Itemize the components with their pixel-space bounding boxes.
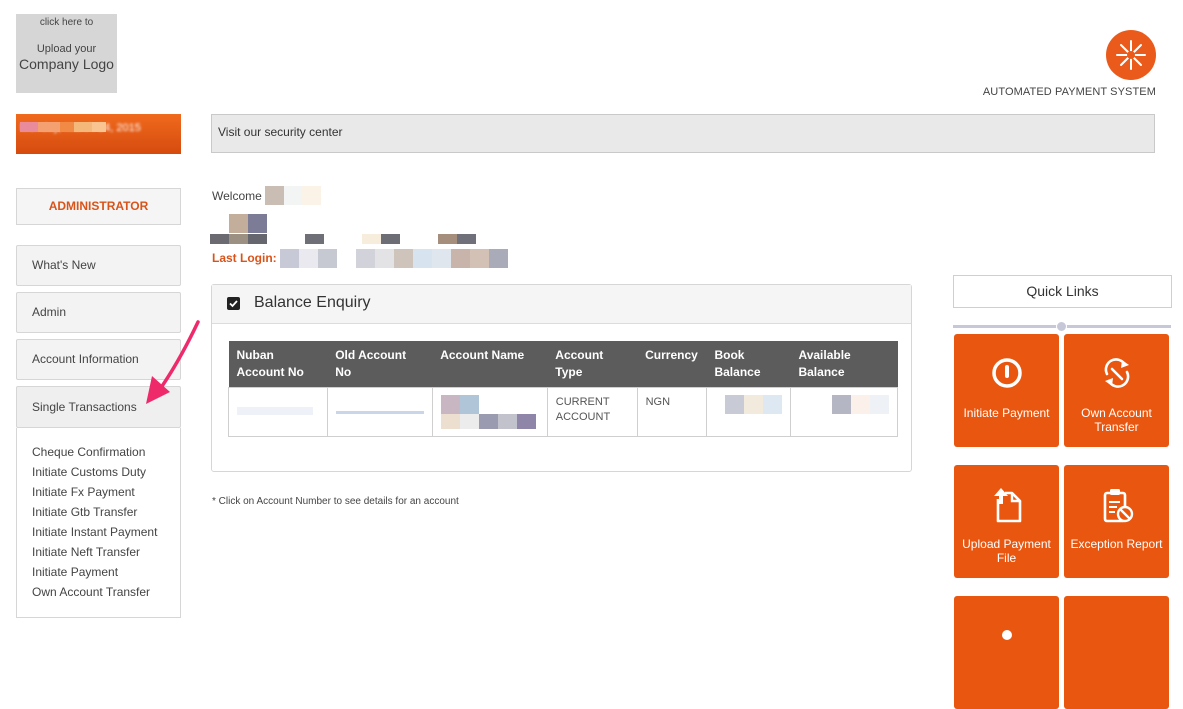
- quick-link-initiate-payment[interactable]: Initiate Payment: [954, 334, 1059, 447]
- tile-icon: [1002, 630, 1012, 640]
- column-header: Nuban Account No: [228, 341, 328, 388]
- brand-tagline: AUTOMATED PAYMENT SYSTEM: [982, 86, 1156, 98]
- old-account-cell: [326, 387, 433, 437]
- upload-file-icon: [994, 488, 1022, 523]
- currency-cell: NGN: [636, 387, 707, 437]
- book-balance-cell: [705, 387, 791, 437]
- available-balance-cell: [789, 387, 899, 437]
- sidebar-item-label: What's New: [32, 258, 96, 272]
- footnote: * Click on Account Number to see details…: [212, 496, 459, 507]
- quick-link-exception-report[interactable]: Exception Report: [1064, 465, 1169, 578]
- sidebar-item-whats-new[interactable]: What's New: [16, 245, 181, 286]
- redacted-block: [237, 407, 313, 415]
- single-transactions-submenu: Cheque Confirmation Initiate Customs Dut…: [16, 428, 181, 618]
- annotation-arrow-icon: [146, 320, 200, 404]
- panel-title: Balance Enquiry: [254, 294, 371, 311]
- role-badge: ADMINISTRATOR: [16, 188, 181, 225]
- date-bar: Monday, March 24, 2015: [16, 114, 181, 154]
- redacted-block: [335, 411, 424, 414]
- security-center-link[interactable]: Visit our security center: [211, 114, 1155, 153]
- tile-label: Initiate Payment: [963, 406, 1050, 420]
- quick-link-tile[interactable]: [954, 596, 1059, 709]
- column-header: Book Balance: [706, 341, 791, 388]
- column-header: Old Account No: [327, 341, 433, 388]
- brand-logo-icon: [1106, 30, 1156, 80]
- balance-enquiry-panel: Balance Enquiry Nuban Account No Old Acc…: [211, 284, 912, 472]
- sidebar-item-label: Account Information: [32, 352, 139, 366]
- quick-link-upload-payment-file[interactable]: Upload Payment File: [954, 465, 1059, 578]
- logo-hint-text: Company Logo: [19, 56, 114, 72]
- submenu-item[interactable]: Initiate Neft Transfer: [17, 545, 180, 565]
- submenu-item[interactable]: Initiate Instant Payment: [17, 525, 180, 545]
- welcome-label: Welcome: [212, 189, 262, 203]
- redacted-block: [20, 122, 106, 132]
- quick-link-tile[interactable]: [1064, 596, 1169, 709]
- welcome-text: Welcome: [212, 189, 262, 203]
- redacted-block: [265, 186, 321, 205]
- slider-handle[interactable]: [1056, 321, 1067, 332]
- logo-hint-text: click here to: [39, 17, 94, 28]
- table-row: CURRENT ACCOUNT NGN: [228, 387, 899, 437]
- accounts-table: Nuban Account No Old Account No Account …: [228, 341, 899, 437]
- tile-label: Own Account Transfer: [1081, 406, 1152, 434]
- submenu-item[interactable]: Initiate Gtb Transfer: [17, 505, 180, 525]
- redacted-block: [280, 249, 508, 268]
- column-header: Currency: [637, 341, 707, 388]
- quick-link-own-account-transfer[interactable]: Own Account Transfer: [1064, 334, 1169, 447]
- submenu-item[interactable]: Initiate Fx Payment: [17, 485, 180, 505]
- submenu-item[interactable]: Cheque Confirmation: [17, 445, 180, 465]
- sidebar-item-label: Admin: [32, 305, 67, 319]
- column-header: Account Type: [547, 341, 638, 388]
- last-login-label: Last Login:: [212, 251, 277, 265]
- checkbox-icon[interactable]: [227, 297, 240, 310]
- quick-links-header: Quick Links: [953, 275, 1172, 308]
- logo-hint-text: Upload your: [36, 43, 97, 55]
- nuban-account-cell[interactable]: [228, 387, 328, 437]
- sidebar-item-label: Single Transactions: [32, 400, 137, 414]
- column-header: Available Balance: [790, 341, 898, 388]
- clipboard-block-icon: [1103, 489, 1134, 523]
- submenu-item[interactable]: Initiate Customs Duty: [17, 465, 180, 485]
- upload-logo-placeholder[interactable]: click here to Upload your Company Logo: [16, 14, 117, 93]
- redacted-block: [440, 414, 539, 429]
- account-type-cell: CURRENT ACCOUNT: [546, 387, 638, 437]
- redacted-block: [440, 395, 539, 414]
- power-icon: [992, 358, 1022, 388]
- panel-header: Balance Enquiry: [212, 285, 911, 324]
- tile-label: Upload Payment File: [962, 537, 1051, 565]
- redacted-block: [831, 395, 889, 414]
- tile-label: Exception Report: [1070, 537, 1163, 551]
- submenu-item[interactable]: Initiate Payment: [17, 565, 180, 585]
- transfer-arrows-icon: [1104, 358, 1130, 388]
- submenu-item[interactable]: Own Account Transfer: [17, 585, 180, 605]
- redacted-block: [210, 234, 476, 244]
- column-header: Account Name: [432, 341, 548, 388]
- redacted-block: [724, 395, 782, 414]
- redacted-block: [229, 214, 267, 233]
- account-name-cell: [431, 387, 548, 437]
